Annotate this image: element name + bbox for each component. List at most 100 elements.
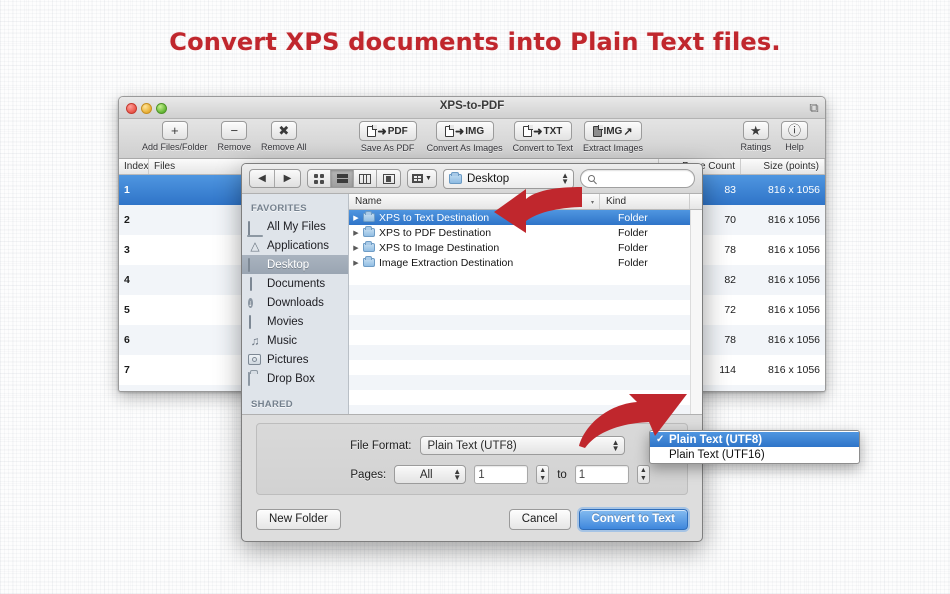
sidebar-item-applications[interactable]: △ Applications (242, 236, 348, 255)
pages-range-select[interactable]: All ▲ ▼ (394, 465, 467, 484)
toolbar-group-files: + Add Files/Folder − Remove ✖ Remove All (137, 121, 312, 152)
sidebar-item-label: All My Files (267, 220, 326, 233)
column-view-button[interactable] (354, 170, 377, 187)
file-format-value: Plain Text (UTF8) (427, 439, 517, 452)
options-box: File Format: Plain Text (UTF8) ▲ ▼ Pages:… (256, 423, 688, 495)
save-as-pdf-button[interactable]: ➜ PDF Save As PDF (354, 121, 422, 153)
menu-item-plain-text-utf16[interactable]: Plain Text (UTF16) (650, 447, 859, 462)
sidebar-item-documents[interactable]: Documents (242, 274, 348, 293)
list-item[interactable]: ▶ XPS to Text Destination Folder (349, 210, 702, 225)
file-format-select[interactable]: Plain Text (UTF8) ▲ ▼ (419, 436, 625, 455)
ratings-button[interactable]: ★ Ratings (735, 121, 776, 152)
file-list-scrollbar[interactable] (690, 210, 702, 414)
save-destination-dialog: ◀ ▶ ▼ Desktop ▲ ▼ FAVORITES All My Files… (241, 163, 703, 542)
convert-as-images-button[interactable]: ➜ IMG Convert As Images (422, 121, 508, 153)
page-from-stepper[interactable]: ▲ ▼ (536, 465, 550, 484)
remove-all-button[interactable]: ✖ Remove All (256, 121, 312, 152)
ratings-label: Ratings (740, 142, 771, 152)
sidebar-item-label: Pictures (267, 353, 309, 366)
row-size: 816 x 1056 (768, 214, 820, 226)
page-to-stepper[interactable]: ▲ ▼ (636, 465, 650, 484)
remove-all-label: Remove All (261, 142, 307, 152)
extract-images-icon: IMG ↗ (593, 125, 633, 138)
page-to-txt-icon: ➜ TXT (523, 125, 562, 138)
path-popup-label: Desktop (466, 172, 510, 185)
folder-icon (448, 171, 462, 184)
row-size: 816 x 1056 (768, 184, 820, 196)
disclosure-triangle-icon[interactable]: ▶ (349, 229, 363, 237)
column-header-kind[interactable]: Kind (600, 194, 690, 209)
dialog-options: File Format: Plain Text (UTF8) ▲ ▼ Pages:… (242, 415, 702, 499)
cancel-button[interactable]: Cancel (508, 508, 571, 530)
window-title: XPS-to-PDF (439, 100, 505, 112)
sidebar-item-pictures[interactable]: Pictures (242, 350, 348, 369)
page-from-value: 1 (478, 468, 485, 481)
window-title-bar: XPS-to-PDF ⧉ (119, 97, 825, 119)
sort-descending-icon: ▾ (590, 200, 594, 206)
list-view-button[interactable] (331, 170, 354, 187)
sidebar-item-drop-box[interactable]: Drop Box (242, 369, 348, 388)
new-folder-button[interactable]: New Folder (256, 508, 341, 530)
arrange-by-button[interactable]: ▼ (407, 169, 437, 188)
dialog-file-list: Name ▾ Kind ▶ XPS to Text Destination Fo… (349, 194, 702, 414)
disclosure-triangle-icon[interactable]: ▶ (349, 259, 363, 267)
search-field[interactable] (580, 169, 695, 188)
sidebar-item-movies[interactable]: Movies (242, 312, 348, 331)
resize-diagonal-icon[interactable]: ⧉ (807, 101, 821, 115)
column-header-name[interactable]: Name ▾ (349, 194, 600, 209)
page-title: Convert XPS documents into Plain Text fi… (169, 28, 781, 56)
path-popup-button[interactable]: Desktop ▲ ▼ (442, 168, 574, 189)
file-format-label: File Format: (350, 439, 412, 452)
plus-icon: + (170, 123, 179, 138)
save-as-pdf-button-box: ➜ PDF (358, 121, 417, 141)
sidebar-item-label: Desktop (267, 258, 310, 271)
convert-to-text-confirm-button[interactable]: Convert to Text (576, 506, 690, 532)
page-to-img-icon: ➜ IMG (445, 125, 484, 138)
list-item[interactable]: ▶ Image Extraction Destination Folder (349, 255, 702, 270)
back-button[interactable]: ◀ (250, 170, 275, 187)
disclosure-triangle-icon[interactable]: ▶ (349, 244, 363, 252)
navigation-buttons: ◀ ▶ (249, 169, 301, 188)
page-to-input[interactable]: 1 (574, 465, 629, 484)
forward-button[interactable]: ▶ (275, 170, 300, 187)
sidebar-item-label: Downloads (267, 296, 324, 309)
extract-images-button[interactable]: IMG ↗ Extract Images (578, 121, 648, 153)
column-header-size[interactable]: Size (points) (741, 159, 825, 174)
folder-icon (363, 255, 375, 268)
remove-button[interactable]: − Remove (213, 121, 257, 152)
sidebar-item-music[interactable]: ♫ Music (242, 331, 348, 350)
row-size: 816 x 1056 (768, 304, 820, 316)
coverflow-view-button[interactable] (377, 170, 400, 187)
file-format-row: File Format: Plain Text (UTF8) ▲ ▼ (257, 436, 687, 455)
grid-icon (314, 173, 324, 184)
toolbar-group-help: ★ Ratings ⓘ Help (735, 121, 813, 152)
convert-to-text-button[interactable]: ➜ TXT Convert to Text (508, 121, 578, 153)
page-from-input[interactable]: 1 (474, 465, 529, 484)
disclosure-triangle-icon[interactable]: ▶ (349, 214, 363, 222)
chevron-up-down-icon: ▲ ▼ (453, 467, 462, 482)
convert-to-text-label: Convert to Text (512, 143, 573, 153)
add-files-folder-button-box: + (161, 121, 188, 140)
file-list-empty-area (349, 270, 702, 414)
add-files-folder-button[interactable]: + Add Files/Folder (137, 121, 213, 152)
checkmark-icon: ✓ (656, 434, 665, 445)
sidebar-item-desktop[interactable]: Desktop (242, 255, 348, 274)
sidebar-item-all-my-files[interactable]: All My Files (242, 217, 348, 236)
list-item[interactable]: ▶ XPS to Image Destination Folder (349, 240, 702, 255)
icon-view-button[interactable] (308, 170, 331, 187)
sidebar-section-favorites: FAVORITES (251, 203, 307, 214)
row-size: 816 x 1056 (768, 274, 820, 286)
sidebar-item-downloads[interactable]: ↓ Downloads (242, 293, 348, 312)
remove-label: Remove (217, 142, 252, 152)
help-button-box: ⓘ (780, 121, 808, 140)
column-header-index[interactable]: Index (119, 159, 149, 174)
row-index: 4 (124, 274, 130, 286)
star-icon: ★ (749, 123, 762, 138)
menu-item-plain-text-utf8[interactable]: ✓ Plain Text (UTF8) (650, 432, 859, 447)
pages-to-label: to (557, 468, 567, 481)
pages-label: Pages: (350, 468, 387, 481)
list-item[interactable]: ▶ XPS to PDF Destination Folder (349, 225, 702, 240)
help-button[interactable]: ⓘ Help (776, 121, 813, 152)
remove-all-button-box: ✖ (270, 121, 297, 140)
dialog-browser: FAVORITES All My Files △ Applications De… (242, 194, 702, 415)
